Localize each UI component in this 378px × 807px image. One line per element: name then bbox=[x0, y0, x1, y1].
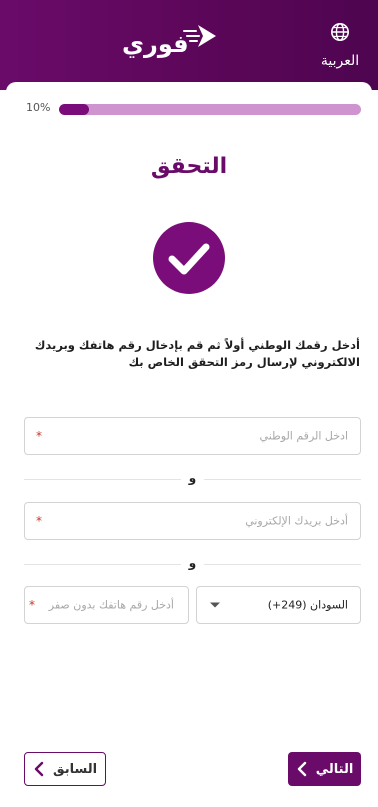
previous-button[interactable]: السابق bbox=[24, 752, 106, 786]
national-id-field[interactable]: ادخل الرقم الوطني * bbox=[24, 417, 361, 455]
language-label: العربية bbox=[320, 53, 360, 69]
instructions-line-1: أدخل رقمك الوطني أولاً ثم قم بإدخال رقم … bbox=[34, 338, 360, 352]
brand-logo: فوري bbox=[118, 22, 223, 66]
separator-and-2: و bbox=[24, 556, 361, 571]
previous-button-label: السابق bbox=[52, 761, 98, 777]
email-field[interactable]: أدخل بريدك الإلكتروني * bbox=[24, 502, 361, 540]
phone-field[interactable]: أدخل رقم هاتفك بدون صفر * bbox=[24, 586, 189, 624]
speed-arrow-icon bbox=[183, 25, 216, 47]
email-placeholder: أدخل بريدك الإلكتروني bbox=[245, 514, 348, 528]
separator-and-1: و bbox=[24, 471, 361, 486]
progress-indicator: 10% bbox=[26, 101, 366, 115]
progress-track bbox=[59, 104, 361, 115]
page-title: التحقق bbox=[150, 154, 228, 179]
progress-fill bbox=[59, 104, 90, 115]
app-header: العربية فوري bbox=[0, 0, 378, 90]
chevron-left-icon bbox=[297, 761, 306, 777]
phone-placeholder: أدخل رقم هاتفك بدون صفر bbox=[48, 598, 174, 612]
required-mark: * bbox=[29, 598, 35, 612]
instructions-line-2: الالكتروني لإرسال رمز التحقق الخاص بك bbox=[128, 355, 360, 369]
required-mark: * bbox=[36, 514, 42, 528]
caret-down-icon bbox=[210, 602, 220, 608]
globe-icon bbox=[331, 23, 349, 41]
country-code-value: السودان (249+) bbox=[267, 598, 348, 612]
progress-percent: 10% bbox=[26, 101, 51, 114]
language-switcher[interactable]: العربية bbox=[314, 22, 366, 69]
separator-label: و bbox=[180, 471, 205, 485]
chevron-left-icon bbox=[34, 761, 44, 777]
country-code-select[interactable]: السودان (249+) bbox=[196, 586, 361, 624]
verification-card: 10% التحقق أدخل رقمك الوطني أولاً ثم قم … bbox=[6, 82, 372, 807]
separator-label: و bbox=[180, 556, 205, 570]
required-mark: * bbox=[36, 429, 42, 443]
brand-name: فوري bbox=[122, 30, 189, 58]
checkmark-circle-icon bbox=[153, 222, 225, 294]
next-button-label: التالي bbox=[315, 761, 354, 777]
instructions-text: أدخل رقمك الوطني أولاً ثم قم بإدخال رقم … bbox=[24, 337, 360, 371]
national-id-placeholder: ادخل الرقم الوطني bbox=[259, 429, 348, 443]
next-button[interactable]: التالي bbox=[288, 752, 361, 786]
